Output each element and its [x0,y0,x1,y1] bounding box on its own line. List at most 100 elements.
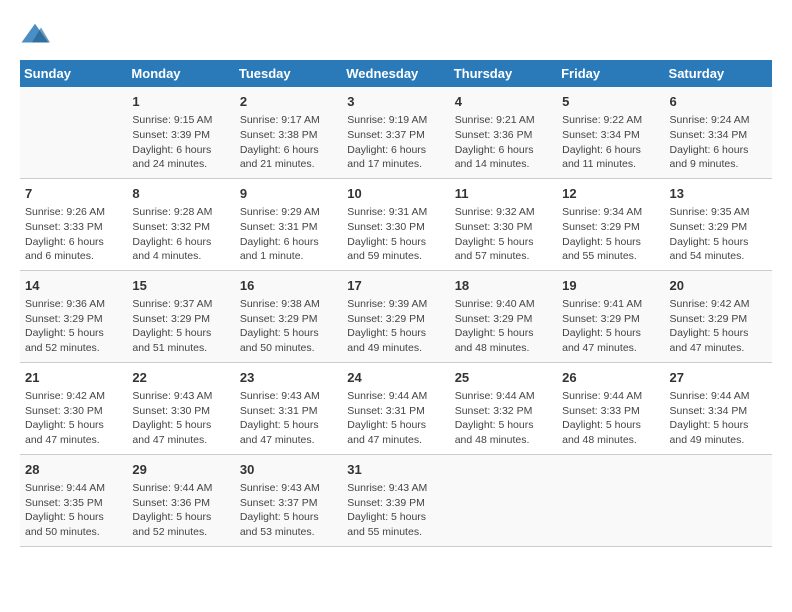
calendar-cell: 27 Sunrise: 9:44 AMSunset: 3:34 PMDayligh… [665,362,772,454]
day-info: Sunrise: 9:43 AMSunset: 3:30 PMDaylight:… [132,389,229,448]
day-info: Sunrise: 9:34 AMSunset: 3:29 PMDaylight:… [562,205,659,264]
day-number: 7 [25,185,122,203]
calendar-cell: 20 Sunrise: 9:42 AMSunset: 3:29 PMDayligh… [665,270,772,362]
day-info: Sunrise: 9:22 AMSunset: 3:34 PMDaylight:… [562,113,659,172]
day-number: 31 [347,461,444,479]
calendar-cell: 3Sunrise: 9:19 AMSunset: 3:37 PMDaylight… [342,87,449,178]
calendar-cell: 8Sunrise: 9:28 AMSunset: 3:32 PMDaylight… [127,178,234,270]
day-number: 27 [670,369,767,387]
day-number: 28 [25,461,122,479]
day-info: Sunrise: 9:37 AMSunset: 3:29 PMDaylight:… [132,297,229,356]
day-number: 8 [132,185,229,203]
day-number: 9 [240,185,337,203]
header-day-thursday: Thursday [450,60,557,87]
calendar-cell: 9 Sunrise: 9:29 AMSunset: 3:31 PMDaylight… [235,178,342,270]
day-number: 24 [347,369,444,387]
day-info: Sunrise: 9:32 AMSunset: 3:30 PMDaylight:… [455,205,552,264]
calendar-week-row: 1 Sunrise: 9:15 AMSunset: 3:39 PMDaylight… [20,87,772,178]
calendar-body: 1 Sunrise: 9:15 AMSunset: 3:39 PMDaylight… [20,87,772,546]
day-info: Sunrise: 9:40 AMSunset: 3:29 PMDaylight:… [455,297,552,356]
logo-icon [20,20,50,50]
day-number: 30 [240,461,337,479]
day-info: Sunrise: 9:36 AMSunset: 3:29 PMDaylight:… [25,297,122,356]
header-day-friday: Friday [557,60,664,87]
day-info: Sunrise: 9:44 AMSunset: 3:36 PMDaylight:… [132,481,229,540]
calendar-cell: 16Sunrise: 9:38 AMSunset: 3:29 PMDayligh… [235,270,342,362]
header-day-sunday: Sunday [20,60,127,87]
calendar-cell: 14 Sunrise: 9:36 AMSunset: 3:29 PMDayligh… [20,270,127,362]
day-number: 13 [670,185,767,203]
calendar-cell: 25 Sunrise: 9:44 AMSunset: 3:32 PMDayligh… [450,362,557,454]
day-info: Sunrise: 9:43 AMSunset: 3:31 PMDaylight:… [240,389,337,448]
calendar-cell: 31 Sunrise: 9:43 AMSunset: 3:39 PMDayligh… [342,454,449,546]
calendar-table: SundayMondayTuesdayWednesdayThursdayFrid… [20,60,772,547]
calendar-cell [450,454,557,546]
calendar-cell [557,454,664,546]
calendar-cell: 13 Sunrise: 9:35 AMSunset: 3:29 PMDayligh… [665,178,772,270]
calendar-week-row: 7 Sunrise: 9:26 AMSunset: 3:33 PMDaylight… [20,178,772,270]
calendar-cell: 24 Sunrise: 9:44 AMSunset: 3:31 PMDayligh… [342,362,449,454]
calendar-cell: 5 Sunrise: 9:22 AMSunset: 3:34 PMDaylight… [557,87,664,178]
calendar-cell: 2Sunrise: 9:17 AMSunset: 3:38 PMDaylight… [235,87,342,178]
calendar-cell: 18Sunrise: 9:40 AMSunset: 3:29 PMDayligh… [450,270,557,362]
day-info: Sunrise: 9:31 AMSunset: 3:30 PMDaylight:… [347,205,444,264]
day-number: 20 [670,277,767,295]
calendar-cell: 26 Sunrise: 9:44 AMSunset: 3:33 PMDayligh… [557,362,664,454]
calendar-cell: 1 Sunrise: 9:15 AMSunset: 3:39 PMDaylight… [127,87,234,178]
day-number: 1 [132,93,229,111]
day-number: 6 [670,93,767,111]
day-info: Sunrise: 9:42 AMSunset: 3:30 PMDaylight:… [25,389,122,448]
day-info: Sunrise: 9:26 AMSunset: 3:33 PMDaylight:… [25,205,122,264]
calendar-cell: 10 Sunrise: 9:31 AMSunset: 3:30 PMDayligh… [342,178,449,270]
calendar-cell: 4 Sunrise: 9:21 AMSunset: 3:36 PMDaylight… [450,87,557,178]
day-number: 12 [562,185,659,203]
calendar-cell: 23Sunrise: 9:43 AMSunset: 3:31 PMDayligh… [235,362,342,454]
day-info: Sunrise: 9:21 AMSunset: 3:36 PMDaylight:… [455,113,552,172]
day-number: 26 [562,369,659,387]
calendar-cell: 29 Sunrise: 9:44 AMSunset: 3:36 PMDayligh… [127,454,234,546]
day-number: 21 [25,369,122,387]
calendar-cell: 30 Sunrise: 9:43 AMSunset: 3:37 PMDayligh… [235,454,342,546]
calendar-cell [665,454,772,546]
day-number: 10 [347,185,444,203]
day-number: 5 [562,93,659,111]
calendar-week-row: 28Sunrise: 9:44 AMSunset: 3:35 PMDayligh… [20,454,772,546]
day-info: Sunrise: 9:44 AMSunset: 3:33 PMDaylight:… [562,389,659,448]
logo [20,20,54,50]
calendar-cell: 17Sunrise: 9:39 AMSunset: 3:29 PMDayligh… [342,270,449,362]
calendar-cell: 12 Sunrise: 9:34 AMSunset: 3:29 PMDayligh… [557,178,664,270]
day-number: 15 [132,277,229,295]
calendar-cell: 6 Sunrise: 9:24 AMSunset: 3:34 PMDaylight… [665,87,772,178]
day-info: Sunrise: 9:44 AMSunset: 3:31 PMDaylight:… [347,389,444,448]
calendar-week-row: 14 Sunrise: 9:36 AMSunset: 3:29 PMDayligh… [20,270,772,362]
day-info: Sunrise: 9:29 AMSunset: 3:31 PMDaylight:… [240,205,337,264]
day-info: Sunrise: 9:43 AMSunset: 3:39 PMDaylight:… [347,481,444,540]
day-number: 17 [347,277,444,295]
day-number: 11 [455,185,552,203]
page-header [20,20,772,50]
calendar-cell: 19Sunrise: 9:41 AMSunset: 3:29 PMDayligh… [557,270,664,362]
day-info: Sunrise: 9:15 AMSunset: 3:39 PMDaylight:… [132,113,229,172]
header-day-wednesday: Wednesday [342,60,449,87]
day-number: 4 [455,93,552,111]
day-info: Sunrise: 9:42 AMSunset: 3:29 PMDaylight:… [670,297,767,356]
day-number: 29 [132,461,229,479]
day-info: Sunrise: 9:44 AMSunset: 3:32 PMDaylight:… [455,389,552,448]
day-number: 16 [240,277,337,295]
calendar-cell: 21 Sunrise: 9:42 AMSunset: 3:30 PMDayligh… [20,362,127,454]
day-number: 2 [240,93,337,111]
day-info: Sunrise: 9:35 AMSunset: 3:29 PMDaylight:… [670,205,767,264]
calendar-cell: 22 Sunrise: 9:43 AMSunset: 3:30 PMDayligh… [127,362,234,454]
day-number: 22 [132,369,229,387]
calendar-week-row: 21 Sunrise: 9:42 AMSunset: 3:30 PMDayligh… [20,362,772,454]
day-number: 19 [562,277,659,295]
header-day-saturday: Saturday [665,60,772,87]
day-info: Sunrise: 9:43 AMSunset: 3:37 PMDaylight:… [240,481,337,540]
day-number: 3 [347,93,444,111]
day-info: Sunrise: 9:44 AMSunset: 3:34 PMDaylight:… [670,389,767,448]
day-number: 25 [455,369,552,387]
day-number: 14 [25,277,122,295]
day-info: Sunrise: 9:24 AMSunset: 3:34 PMDaylight:… [670,113,767,172]
header-day-tuesday: Tuesday [235,60,342,87]
calendar-cell: 11 Sunrise: 9:32 AMSunset: 3:30 PMDayligh… [450,178,557,270]
